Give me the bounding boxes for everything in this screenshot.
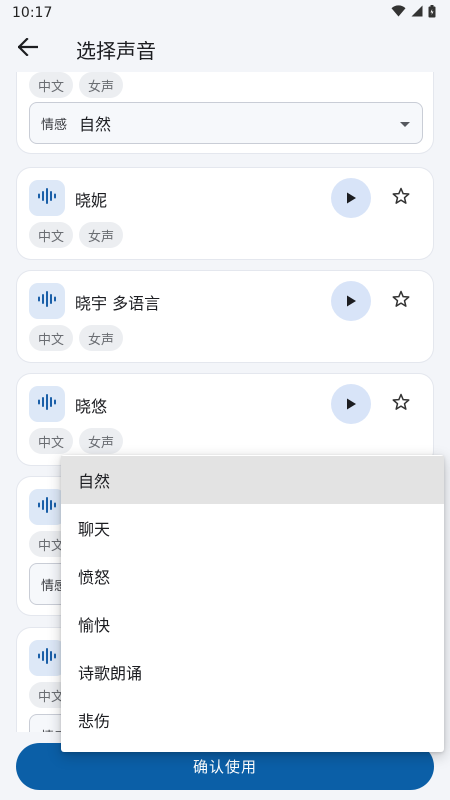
voice-row: 晓宇 多语言 <box>17 271 433 327</box>
emotion-value: 自然 <box>79 115 112 134</box>
status-time: 10:17 <box>12 5 53 21</box>
battery-icon <box>428 4 436 22</box>
sound-wave-icon <box>38 188 56 208</box>
menu-item-chat[interactable]: 聊天 <box>61 504 444 552</box>
star-icon <box>391 392 411 416</box>
voice-tags: 中文 女声 <box>29 325 124 351</box>
voice-row: 晓妮 <box>17 168 433 224</box>
voice-tags: 中文 女声 <box>29 72 124 98</box>
play-button[interactable] <box>331 178 371 218</box>
voice-avatar <box>29 180 65 216</box>
arrow-left-icon <box>17 37 39 60</box>
play-icon <box>345 189 357 208</box>
sound-wave-icon <box>38 497 56 517</box>
app-bar: 选择声音 <box>0 26 450 72</box>
menu-item-angry[interactable]: 愤怒 <box>61 552 444 600</box>
tag-gender: 女声 <box>79 72 124 98</box>
voice-card[interactable]: 晓悠 中文 女声 <box>17 374 433 465</box>
voice-avatar <box>29 640 65 676</box>
play-button[interactable] <box>331 281 371 321</box>
emotion-dropdown-menu: 自然 聊天 愤怒 愉快 诗歌朗诵 悲伤 <box>61 455 444 752</box>
emotion-select[interactable]: 情感 自然 <box>29 102 423 144</box>
menu-item-poetry[interactable]: 诗歌朗诵 <box>61 648 444 696</box>
tag-gender: 女声 <box>79 325 124 351</box>
voice-avatar <box>29 283 65 319</box>
play-icon <box>345 292 357 311</box>
tag-gender: 女声 <box>79 428 124 454</box>
voice-avatar <box>29 489 65 525</box>
voice-card[interactable]: 晓宇 多语言 中文 女声 <box>17 271 433 362</box>
tag-language: 中文 <box>29 325 74 351</box>
sound-wave-icon <box>38 291 56 311</box>
menu-item-sad[interactable]: 悲伤 <box>61 696 444 744</box>
menu-item-natural[interactable]: 自然 <box>61 456 444 504</box>
status-icons <box>391 4 436 22</box>
voice-card[interactable]: 晓妮 中文 女声 <box>17 168 433 259</box>
tag-language: 中文 <box>29 428 74 454</box>
favorite-button[interactable] <box>389 186 413 210</box>
voice-card[interactable]: 中文 女声 情感 自然 <box>17 72 433 153</box>
voice-name: 晓悠 <box>75 397 108 416</box>
status-bar: 10:17 <box>0 0 450 26</box>
emotion-label: 情感 <box>41 117 68 133</box>
voice-name: 晓妮 <box>75 191 108 210</box>
favorite-button[interactable] <box>389 392 413 416</box>
voice-tags: 中文 女声 <box>29 428 124 454</box>
favorite-button[interactable] <box>389 289 413 313</box>
play-button[interactable] <box>331 384 371 424</box>
page-title: 选择声音 <box>76 38 156 63</box>
star-icon <box>391 186 411 210</box>
back-button[interactable] <box>0 26 56 72</box>
wifi-icon <box>391 5 406 21</box>
sound-wave-icon <box>38 394 56 414</box>
tag-gender: 女声 <box>79 222 124 248</box>
tag-language: 中文 <box>29 222 74 248</box>
tag-language: 中文 <box>29 72 74 98</box>
voice-row: 晓悠 <box>17 374 433 430</box>
voice-name: 晓宇 多语言 <box>75 294 161 313</box>
caret-down-icon <box>400 122 410 127</box>
menu-item-cheerful[interactable]: 愉快 <box>61 600 444 648</box>
voice-tags: 中文 女声 <box>29 222 124 248</box>
sound-wave-icon <box>38 648 56 668</box>
play-icon <box>345 395 357 414</box>
voice-avatar <box>29 386 65 422</box>
star-icon <box>391 289 411 313</box>
signal-icon <box>411 5 423 21</box>
